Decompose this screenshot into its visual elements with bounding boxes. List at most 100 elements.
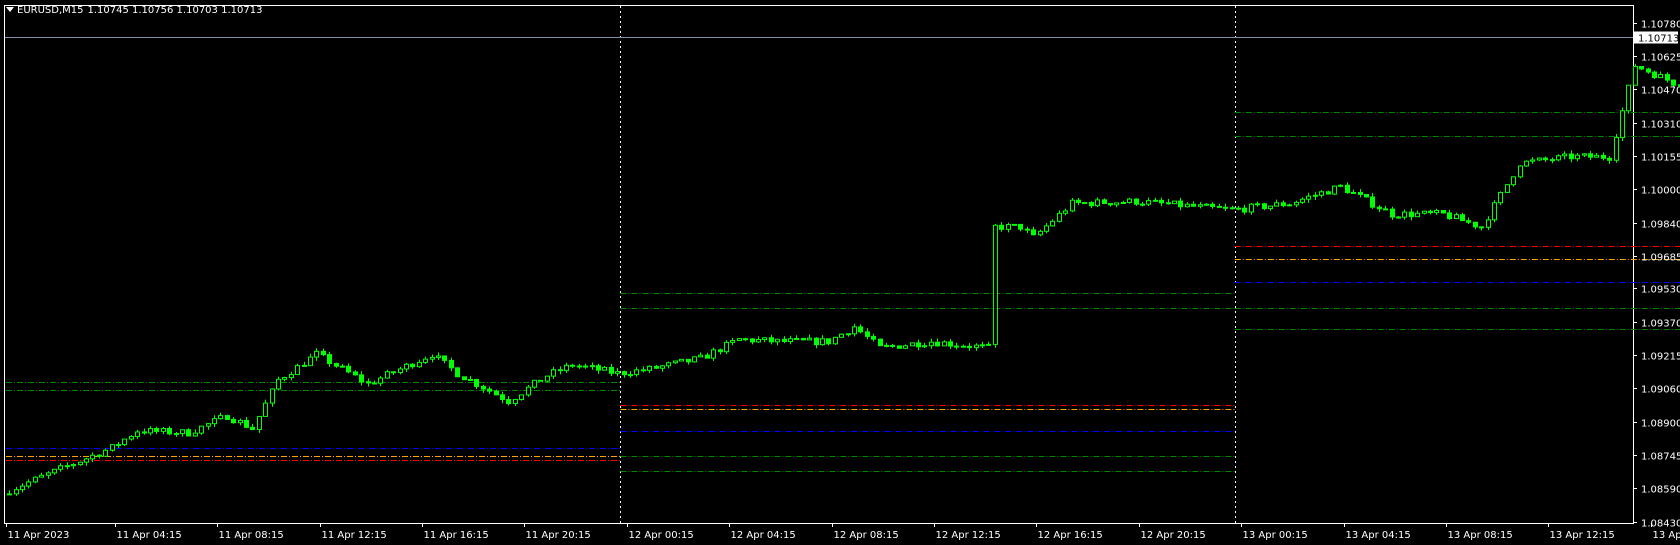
candle-body xyxy=(1044,225,1049,232)
candle-body xyxy=(1562,153,1567,157)
candle-body xyxy=(775,338,780,343)
candle-body xyxy=(1268,205,1273,210)
candle-body xyxy=(756,338,761,343)
candle-body xyxy=(500,394,505,401)
candle-body xyxy=(647,365,652,371)
candle-body xyxy=(1236,207,1241,210)
candle-body xyxy=(609,366,614,374)
chart-area[interactable]: 1.10780 1.10625 1.10470 1.10310 1.10155 1.100… xyxy=(0,0,1680,545)
candle-body xyxy=(1601,154,1606,159)
y-axis-tick-label: 1.09685 xyxy=(1641,253,1680,264)
candle-body xyxy=(948,341,953,347)
candle-body xyxy=(1018,223,1023,230)
candle-body xyxy=(39,474,44,478)
candle-body xyxy=(513,399,518,405)
candle-body xyxy=(545,375,550,382)
y-axis-tick-label: 1.09530 xyxy=(1641,285,1680,296)
candle-body xyxy=(295,364,300,376)
candle-body xyxy=(1166,202,1171,205)
candle-body xyxy=(622,371,627,376)
y-axis-tick-label: 1.08745 xyxy=(1641,452,1680,463)
candle-body xyxy=(782,338,787,343)
bid-price-label: 1.10713 xyxy=(1638,34,1679,45)
candle-body xyxy=(58,465,63,470)
candle-body xyxy=(1294,201,1299,206)
price-chart[interactable]: 1.10780 1.10625 1.10470 1.10310 1.10155 1.100… xyxy=(0,0,1680,545)
candle-body xyxy=(110,444,115,451)
candle-body xyxy=(494,390,499,396)
candle-body xyxy=(314,350,319,358)
candle-body xyxy=(46,472,51,476)
candle-body xyxy=(321,350,326,356)
candle-body xyxy=(506,399,511,405)
candle-body xyxy=(1153,199,1158,202)
candle-body xyxy=(481,385,486,390)
candle-body xyxy=(1326,191,1331,195)
candle-body xyxy=(257,415,262,431)
candle-body xyxy=(378,377,383,384)
candle-body xyxy=(1550,159,1555,162)
candle-body xyxy=(1441,210,1446,214)
candle-body xyxy=(820,338,825,346)
candle-body xyxy=(1607,157,1612,161)
x-axis-tick-label: 13 Apr 12:15 xyxy=(1550,530,1615,541)
x-axis-tick-label: 12 Apr 08:15 xyxy=(834,530,899,541)
candle-body xyxy=(1383,208,1388,211)
x-axis-tick-label: 12 Apr 04:15 xyxy=(731,530,796,541)
candle-body xyxy=(954,345,959,348)
candle-body xyxy=(1447,212,1452,220)
y-axis-tick-label: 1.10625 xyxy=(1641,53,1680,64)
candle-body xyxy=(1396,216,1401,219)
x-axis-tick-label: 13 Apr 00:15 xyxy=(1243,530,1308,541)
candle-body xyxy=(1377,206,1382,210)
candle-body xyxy=(1198,204,1203,207)
candle-body xyxy=(1409,211,1414,218)
candle-body xyxy=(858,326,863,333)
candle-body xyxy=(718,349,723,353)
candle-body xyxy=(999,224,1004,230)
candle-body xyxy=(193,432,198,437)
x-axis-tick-label: 12 Apr 12:15 xyxy=(936,530,1001,541)
y-axis-tick-label: 1.10780 xyxy=(1641,20,1680,31)
candle-body xyxy=(878,338,883,347)
candle-body xyxy=(1351,191,1356,194)
candle-body xyxy=(871,335,876,340)
candle-body xyxy=(807,337,812,341)
candle-body xyxy=(634,369,639,376)
symbol-label: EURUSD,M15 xyxy=(17,5,84,16)
candle-body xyxy=(1076,199,1081,204)
candle-body xyxy=(1217,205,1222,208)
candle-body xyxy=(686,358,691,363)
candle-body xyxy=(417,361,422,368)
candle-body xyxy=(1134,198,1139,205)
candle-body xyxy=(1172,200,1177,205)
candle-body xyxy=(922,345,927,348)
candle-body xyxy=(1671,79,1676,86)
candle-body xyxy=(737,338,742,342)
candle-body xyxy=(1665,74,1670,81)
candle-body xyxy=(1415,212,1420,218)
candle-body xyxy=(1095,199,1100,207)
candle-body xyxy=(890,344,895,347)
candle-body xyxy=(7,493,12,496)
candle-body xyxy=(654,365,659,369)
dropdown-triangle-icon[interactable] xyxy=(6,7,14,12)
candle-body xyxy=(26,481,31,487)
candle-body xyxy=(327,354,332,365)
candle-body xyxy=(218,415,223,420)
candle-body xyxy=(289,374,294,379)
candle-body xyxy=(1191,203,1196,207)
candle-body xyxy=(558,369,563,372)
candle-body xyxy=(1146,200,1151,205)
candle-body xyxy=(1210,203,1215,207)
candle-body xyxy=(410,363,415,368)
candle-body xyxy=(980,344,985,347)
candle-body xyxy=(116,444,121,447)
candle-body xyxy=(1178,200,1183,208)
candle-body xyxy=(1108,203,1113,206)
candle-body xyxy=(474,378,479,387)
y-axis-tick-label: 1.08430 xyxy=(1641,519,1680,530)
candle-body xyxy=(1486,219,1491,228)
candle-body xyxy=(750,338,755,343)
candle-body xyxy=(564,364,569,372)
